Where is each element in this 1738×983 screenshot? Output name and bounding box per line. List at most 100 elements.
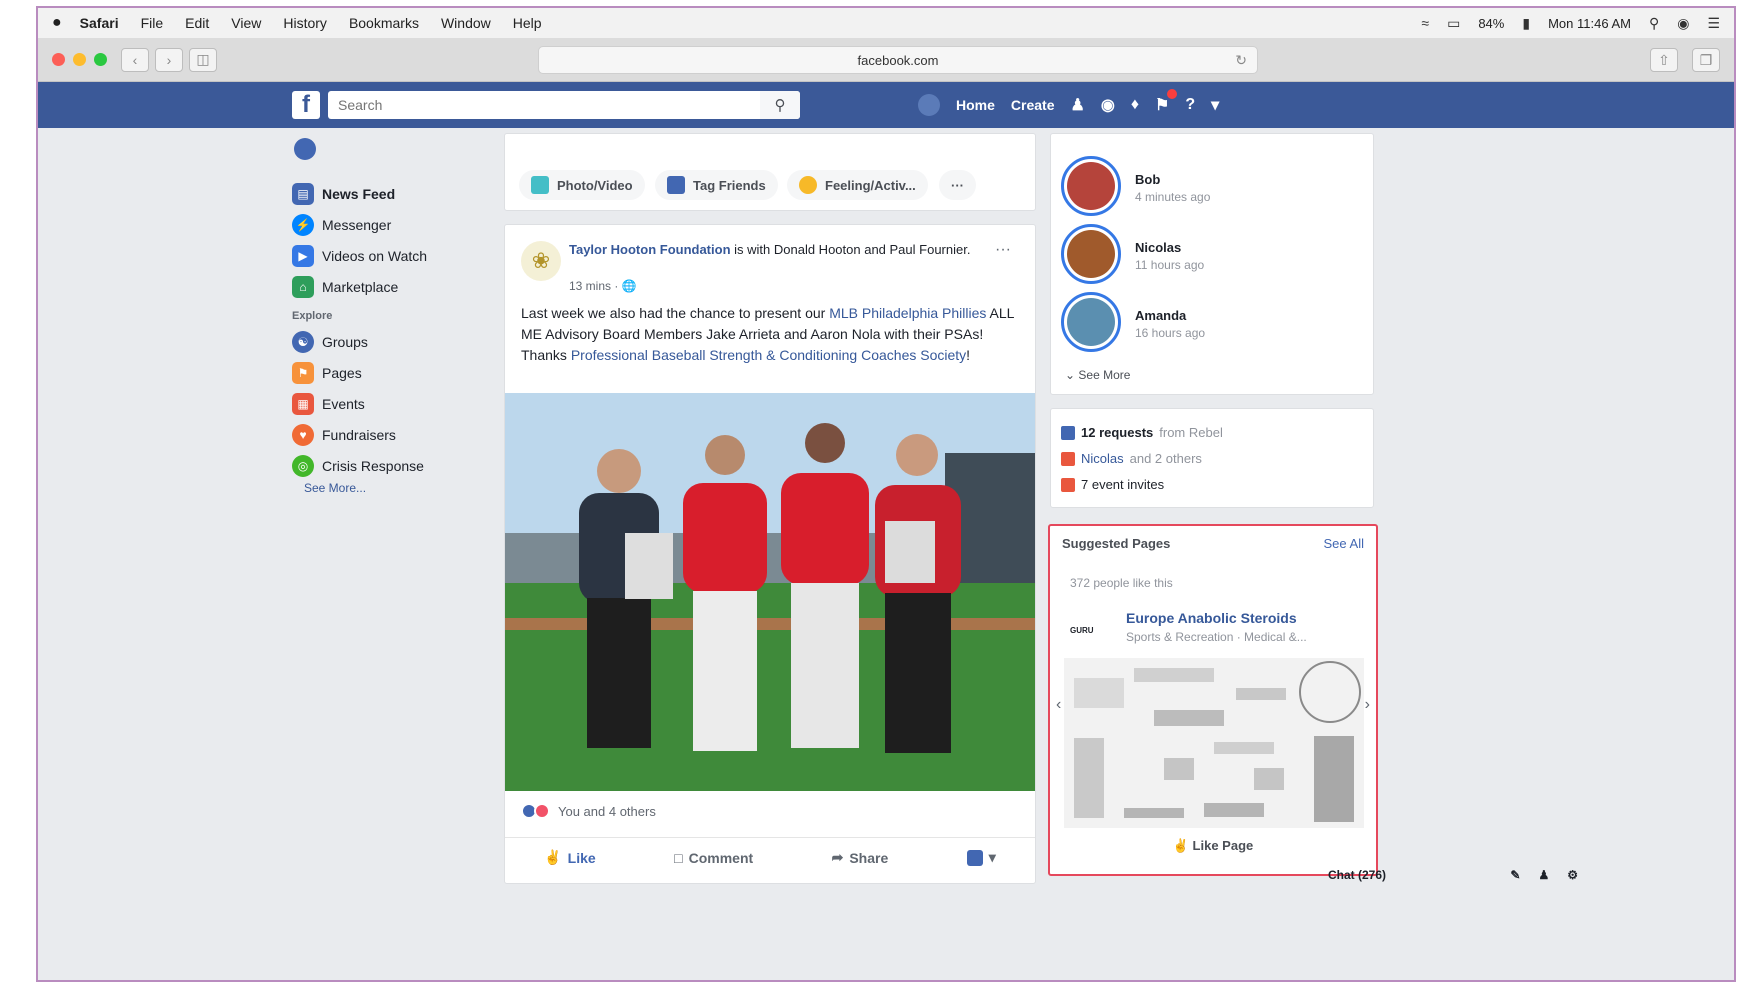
menu-view[interactable]: View xyxy=(231,15,261,31)
menu-clock[interactable]: Mon 11:46 AM xyxy=(1548,16,1631,31)
back-icon[interactable]: ‹ xyxy=(121,47,149,72)
menu-window[interactable]: Window xyxy=(441,15,491,31)
menu-edit[interactable]: Edit xyxy=(185,15,209,31)
share-icon[interactable]: ⇧ xyxy=(1650,48,1678,72)
facebook-search-input[interactable] xyxy=(328,91,800,119)
author-avatar-icon[interactable]: ❀ xyxy=(521,241,561,281)
tag-friends-button[interactable]: Tag Friends xyxy=(655,170,778,200)
sidebar-item-crisis-response[interactable]: ◎ Crisis Response xyxy=(292,450,492,481)
chat-bar[interactable]: Chat (276) ✎ ♟ ⚙ xyxy=(1328,860,1578,890)
comment-label: Comment xyxy=(688,849,754,866)
like-button[interactable]: ✌ Like xyxy=(544,849,595,866)
post-photo[interactable] xyxy=(505,393,1035,791)
sidebar-item-fundraisers[interactable]: ♥ Fundraisers xyxy=(292,419,492,450)
comment-icon: □ xyxy=(674,849,683,866)
profile-avatar-icon[interactable] xyxy=(918,94,940,116)
menu-bookmarks[interactable]: Bookmarks xyxy=(349,15,419,31)
feeling-activity-button[interactable]: Feeling/Activ... xyxy=(787,170,928,200)
notifications-icon[interactable]: ⚑ xyxy=(1155,89,1178,115)
tabs-overview-icon[interactable]: ❐ xyxy=(1692,48,1720,72)
close-window-icon[interactable] xyxy=(52,53,65,66)
sidebar-item-watch[interactable]: ▶ Videos on Watch xyxy=(292,240,492,271)
forward-icon[interactable]: › xyxy=(155,47,183,72)
address-bar[interactable]: facebook.com ↻ xyxy=(538,46,1258,74)
reload-icon[interactable]: ↻ xyxy=(1235,52,1247,69)
sidebar-item-pages[interactable]: ⚑ Pages xyxy=(292,357,492,388)
chat-settings-gear-icon[interactable]: ⚙ xyxy=(1567,868,1578,882)
share-button[interactable]: ➦ Share xyxy=(832,849,889,866)
facebook-logo-icon[interactable]: f xyxy=(292,91,320,119)
sidebar-item-news-feed[interactable]: ▤ News Feed xyxy=(292,178,492,209)
nav-home-link[interactable]: Home xyxy=(956,97,995,113)
post-options-icon[interactable]: ··· xyxy=(995,241,1011,259)
spotlight-icon[interactable]: ⚲ xyxy=(1649,15,1659,32)
comment-button[interactable]: □ Comment xyxy=(674,850,753,866)
chat-label[interactable]: Chat (276) xyxy=(1328,868,1386,882)
apple-icon[interactable]: ● xyxy=(52,14,62,32)
story-item[interactable]: Nicolas 11 hours ago xyxy=(1061,224,1361,286)
messenger-icon[interactable]: ◉ xyxy=(1101,95,1115,115)
battery-percent[interactable]: 84% xyxy=(1478,16,1504,31)
reaction-count-text: You and 4 others xyxy=(558,803,656,819)
reaction-summary[interactable]: You and 4 others xyxy=(521,803,656,819)
suggested-page-cover[interactable] xyxy=(1064,658,1364,828)
stories-see-more-link[interactable]: ⌄ See More xyxy=(1065,368,1130,382)
menu-app-name[interactable]: Safari xyxy=(80,15,119,31)
zoom-window-icon[interactable] xyxy=(94,53,107,66)
birthdays-row[interactable]: Nicolas and 2 others xyxy=(1061,451,1202,466)
sidebar-toggle-icon[interactable]: ◫ xyxy=(189,47,217,72)
suggested-pages-panel: Suggested Pages See All 372 people like … xyxy=(1048,524,1378,876)
birthday-name: Nicolas xyxy=(1081,451,1124,466)
carousel-next-icon[interactable]: › xyxy=(1365,696,1370,714)
see-all-link[interactable]: See All xyxy=(1324,536,1364,551)
share-label: Share xyxy=(849,849,889,866)
minimize-window-icon[interactable] xyxy=(73,53,86,66)
phillies-link[interactable]: MLB Philadelphia Phillies xyxy=(829,305,986,321)
post-author-line: Taylor Hooton Foundation is with Donald … xyxy=(569,241,989,258)
wifi-icon[interactable]: ≈ xyxy=(1421,15,1429,31)
notification-center-icon[interactable]: ☰ xyxy=(1707,15,1720,32)
post-author-link[interactable]: Taylor Hooton Foundation xyxy=(569,242,731,257)
pbscc-link[interactable]: Professional Baseball Strength & Conditi… xyxy=(571,347,966,363)
facebook-nav: Home Create ♟ ◉ ♦ ⚑ ? ▾ xyxy=(918,82,1219,128)
siri-icon[interactable]: ◉ xyxy=(1677,15,1689,32)
post-timestamp[interactable]: 13 mins · 🌐 xyxy=(569,279,637,293)
left-sidebar: ▤ News Feed ⚡ Messenger ▶ Videos on Watc… xyxy=(292,138,492,495)
photo-video-button[interactable]: Photo/Video xyxy=(519,170,645,200)
group-chat-icon[interactable]: ♟ xyxy=(1538,868,1549,882)
composer-more-button[interactable]: ··· xyxy=(939,170,976,200)
menu-help[interactable]: Help xyxy=(513,15,542,31)
menu-file[interactable]: File xyxy=(141,15,164,31)
story-item[interactable]: Amanda 16 hours ago xyxy=(1061,292,1361,354)
friend-requests-row[interactable]: 12 requests from Rebel xyxy=(1061,425,1223,440)
sidebar-item-messenger[interactable]: ⚡ Messenger xyxy=(292,209,492,240)
menu-history[interactable]: History xyxy=(283,15,327,31)
search-icon[interactable]: ⚲ xyxy=(760,91,800,119)
story-avatar xyxy=(1061,292,1121,352)
page-logo[interactable]: GURU xyxy=(1070,620,1114,640)
like-page-button[interactable]: ✌ Like Page xyxy=(1050,838,1376,854)
sidebar-item-events[interactable]: ▦ Events xyxy=(292,388,492,419)
page-avatar-icon xyxy=(966,849,983,866)
notifications-bell-icon[interactable]: ♦ xyxy=(1131,96,1139,114)
nav-create-link[interactable]: Create xyxy=(1011,97,1055,113)
sidebar-item-marketplace[interactable]: ⌂ Marketplace xyxy=(292,271,492,302)
story-name: Nicolas xyxy=(1135,240,1182,255)
airplay-icon[interactable]: ▭ xyxy=(1447,15,1460,32)
calendar-icon xyxy=(1061,477,1075,492)
suggested-page-name[interactable]: Europe Anabolic Steroids xyxy=(1126,610,1297,626)
event-invites-row[interactable]: 7 event invites xyxy=(1061,477,1164,492)
friend-requests-icon[interactable]: ♟ xyxy=(1071,95,1085,115)
new-message-icon[interactable]: ✎ xyxy=(1510,868,1520,882)
story-item[interactable]: Bob 4 minutes ago xyxy=(1061,156,1361,218)
carousel-prev-icon[interactable]: ‹ xyxy=(1056,696,1061,714)
help-icon[interactable]: ? xyxy=(1185,96,1195,114)
account-menu-chevron-icon[interactable]: ▾ xyxy=(1211,95,1219,115)
profile-avatar[interactable] xyxy=(294,138,316,160)
sidebar-see-more-link[interactable]: See More... xyxy=(304,481,492,495)
mac-menu-bar: ● Safari File Edit View History Bookmark… xyxy=(38,8,1734,38)
sidebar-item-groups[interactable]: ☯ Groups xyxy=(292,326,492,357)
photo-video-label: Photo/Video xyxy=(557,177,633,193)
suggested-page-category: Sports & Recreation · Medical &... xyxy=(1126,630,1307,644)
react-as-selector[interactable]: ▾ xyxy=(966,849,996,866)
